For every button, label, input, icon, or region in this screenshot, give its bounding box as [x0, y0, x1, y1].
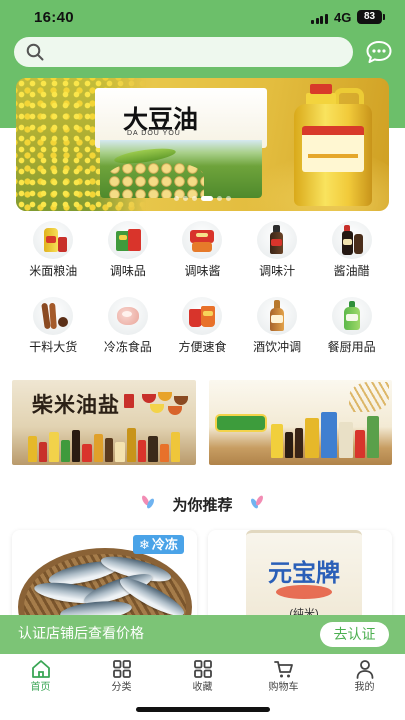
category-label: 干料大货	[29, 340, 78, 354]
cooking-oil-icon	[33, 221, 74, 259]
status-time: 16:40	[34, 9, 74, 26]
category-item-frozen[interactable]: 冷冻食品	[91, 295, 166, 371]
home-screen: 16:40 4G 83 大豆油 DA DOU YOU 米面粮油 调味品 调味酱 …	[0, 0, 405, 720]
banner-pagination[interactable]	[16, 196, 389, 202]
tab-label: 收藏	[192, 682, 213, 693]
signal-icon	[311, 13, 329, 24]
promo-banner[interactable]: 大豆油 DA DOU YOU	[16, 78, 389, 211]
frozen-food-icon	[107, 297, 148, 335]
banner-dot[interactable]	[192, 196, 197, 201]
beverage-icon	[257, 297, 298, 335]
bottle-label	[302, 126, 364, 172]
profile-icon	[356, 660, 373, 679]
banner-dot[interactable]	[226, 196, 231, 201]
sparkle-right-icon	[249, 494, 265, 510]
category-item-sauce[interactable]: 调味酱	[165, 219, 240, 295]
banner-dot-active[interactable]	[201, 196, 213, 201]
home-icon	[31, 660, 50, 678]
battery-tip	[383, 14, 385, 20]
promo-products	[271, 406, 379, 458]
bottom-tab-bar: 首页 分类 收藏 购物车 我的	[0, 654, 405, 700]
category-grid-icon	[112, 660, 131, 678]
category-label: 调味品	[109, 264, 146, 278]
tab-favorites[interactable]: 收藏	[162, 654, 243, 700]
promo-sign	[215, 414, 267, 432]
tab-cart[interactable]: 购物车	[243, 654, 324, 700]
bottle-label-stripe	[308, 154, 358, 158]
battery-icon: 83	[357, 10, 382, 24]
category-item-dried-goods[interactable]: 干料大货	[16, 295, 91, 371]
tab-label: 分类	[111, 682, 132, 693]
search-icon	[26, 43, 44, 61]
network-type: 4G	[334, 10, 352, 25]
promo-grain-oil-seasoning[interactable]	[209, 380, 392, 465]
category-item-soy-vinegar[interactable]: 酱油醋	[314, 219, 389, 295]
category-label: 酱油醋	[333, 264, 370, 278]
message-icon[interactable]	[366, 40, 392, 64]
category-item-grain-oil[interactable]: 米面粮油	[16, 219, 91, 295]
promo-spice-bowls	[142, 392, 192, 416]
instant-noodle-icon	[182, 297, 223, 335]
category-label: 调味酱	[184, 264, 221, 278]
tab-label: 购物车	[268, 682, 299, 693]
category-item-seasoning[interactable]: 调味品	[91, 219, 166, 295]
search-input[interactable]	[52, 37, 342, 67]
tab-label: 我的	[354, 682, 375, 693]
package-red-label	[276, 585, 332, 599]
package-brand: 元宝牌	[268, 560, 340, 587]
dressing-bottle-icon	[257, 221, 298, 259]
category-label: 米面粮油	[29, 264, 78, 278]
tab-profile[interactable]: 我的	[324, 654, 405, 700]
home-indicator[interactable]	[136, 707, 270, 712]
bottle-cap	[310, 84, 332, 94]
banner-soybeans	[108, 162, 204, 198]
banner-subtitle: DA DOU YOU	[127, 130, 181, 137]
certification-bar: 认证店铺后查看价格 去认证	[0, 615, 405, 654]
search-bar[interactable]	[14, 37, 353, 67]
certification-message: 认证店铺后查看价格	[18, 625, 144, 641]
banner-dot[interactable]	[183, 196, 188, 201]
category-label: 餐厨用品	[327, 340, 376, 354]
promo-staples[interactable]: 柴米油盐	[12, 380, 196, 465]
category-label: 冷冻食品	[103, 340, 152, 354]
category-item-instant[interactable]: 方便速食	[165, 295, 240, 371]
category-item-dressing[interactable]: 调味汁	[240, 219, 315, 295]
snowflake-icon: ❄	[139, 537, 150, 552]
kitchen-supplies-icon	[331, 297, 372, 335]
banner-dot[interactable]	[217, 196, 222, 201]
dried-spice-icon	[33, 297, 74, 335]
cart-icon	[273, 661, 293, 678]
banner-dot[interactable]	[174, 196, 179, 201]
favorites-grid-icon	[193, 660, 212, 678]
category-item-kitchen[interactable]: 餐厨用品	[314, 295, 389, 371]
sauce-icon	[182, 221, 223, 259]
promo-title: 柴米油盐	[32, 392, 120, 417]
tab-label: 首页	[30, 682, 51, 693]
certify-button[interactable]: 去认证	[320, 622, 389, 647]
section-title-recommend: 为你推荐	[172, 497, 233, 514]
seasoning-icon	[107, 221, 148, 259]
soy-sauce-icon	[331, 221, 372, 259]
banner-oil-bottle	[288, 82, 378, 208]
category-label: 方便速食	[178, 340, 227, 354]
frozen-badge: ❄ 冷冻	[133, 535, 184, 554]
category-grid: 米面粮油 调味品 调味酱 调味汁 酱油醋 干料大货 冷冻食品 方便速食 酒饮冲调…	[16, 219, 389, 371]
category-item-beverage[interactable]: 酒饮冲调	[240, 295, 315, 371]
promo-products	[28, 418, 180, 462]
tab-home[interactable]: 首页	[0, 654, 81, 700]
badge-label: 冷冻	[151, 537, 178, 552]
category-label: 调味汁	[259, 264, 296, 278]
category-label: 酒饮冲调	[253, 340, 302, 354]
tab-category[interactable]: 分类	[81, 654, 162, 700]
promo-seal	[124, 394, 134, 408]
